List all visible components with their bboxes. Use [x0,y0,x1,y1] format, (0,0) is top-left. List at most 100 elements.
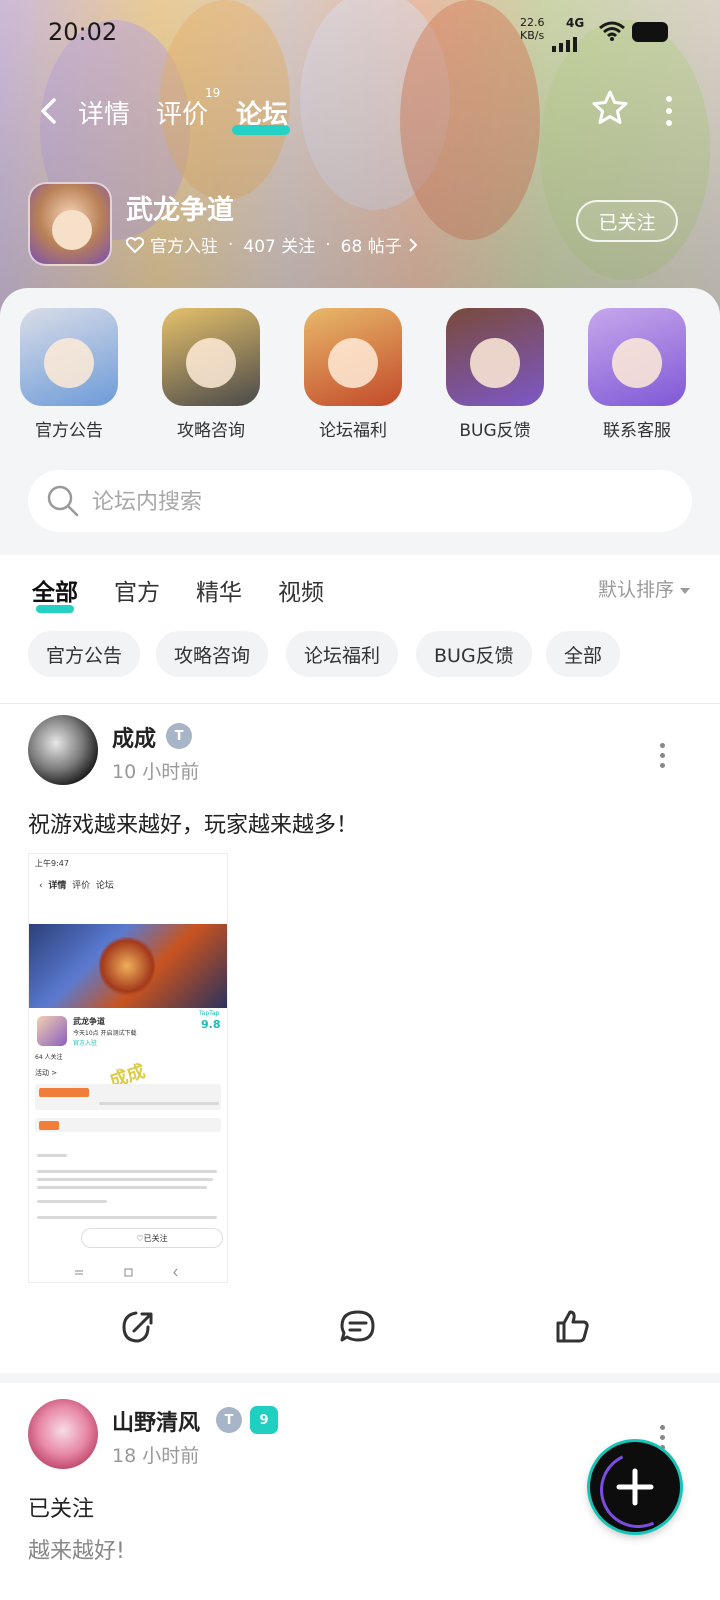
level-badge: 9 [250,1406,278,1434]
follower-count: 407 关注 [243,237,316,257]
sort-label: 默认排序 [598,579,675,601]
shot-activity: 活动 > [35,1069,58,1077]
category-guide[interactable]: 攻略咨询 [156,308,266,441]
post-separator [0,1373,720,1383]
user-badge-icon: T [216,1407,242,1433]
comment-icon[interactable] [338,1307,378,1347]
shot-score-brand: TapTap [199,1010,220,1017]
category-label: 论坛福利 [319,421,387,441]
battery-icon [632,22,668,42]
network-speed: 22.6 KB/s [520,16,545,42]
create-post-button[interactable] [590,1442,680,1532]
official-label: 官方入驻 [150,237,218,257]
tab-forum-label: 论坛 [236,100,289,130]
chip-guide[interactable]: 攻略咨询 [156,631,269,677]
review-count-badge: 19 [205,86,221,100]
share-icon[interactable] [118,1307,158,1347]
status-bar: 20:02 22.6 KB/s 4G [0,14,720,52]
post-subtext: 越来越好! [28,1539,125,1564]
post-time: 10 小时前 [112,761,200,783]
post-more-icon[interactable] [658,743,666,773]
post-text: 已关注 [28,1497,95,1522]
favorite-star-icon[interactable] [590,88,630,128]
game-icon[interactable] [28,182,112,266]
top-nav: 详情 评价 19 论坛 [0,86,720,138]
category-label: 联系客服 [603,421,671,441]
shot-status-time: 上午9:47 [35,859,69,868]
shot-hero-image [29,924,227,1008]
speed-value: 22.6 [520,16,545,29]
avatar[interactable] [28,1399,98,1469]
more-options-icon[interactable] [664,96,674,126]
shot-game-icon [37,1016,67,1046]
category-customer-service[interactable]: 联系客服 [582,308,692,441]
shot-tabs: ‹ 详情 评价 论坛 [39,881,114,891]
category-label: 官方公告 [35,421,103,441]
category-row: 官方公告 攻略咨询 论坛福利 BUG反馈 联系客服 [0,308,720,448]
post-image[interactable]: 上午9:47 ‹ 详情 评价 论坛 武龙争道 今天10点 开启测试下载 官方入驻… [28,853,228,1283]
signal-icon [552,34,577,52]
feed-tab-official[interactable]: 官方 [114,573,160,607]
post-card[interactable]: 成成 T 10 小时前 祝游戏越来越好，玩家越来越多！ 上午9:47 ‹ 详情 … [0,715,720,1365]
feed-tab-video[interactable]: 视频 [278,573,324,607]
post-username[interactable]: 成成 [112,721,156,753]
category-welfare[interactable]: 论坛福利 [298,308,408,441]
chip-bug-report[interactable]: BUG反馈 [416,631,532,677]
post-text: 祝游戏越来越好，玩家越来越多！ [28,813,359,838]
feed-tab-all[interactable]: 全部 [32,573,78,613]
chip-welfare[interactable]: 论坛福利 [286,631,399,677]
avatar[interactable] [28,715,98,785]
post-actions [0,1307,720,1357]
category-icon [162,308,260,406]
caret-down-icon [680,587,691,594]
search-placeholder: 论坛内搜索 [92,490,203,515]
feed-tab-label: 全部 [32,580,78,606]
like-icon[interactable] [552,1307,592,1347]
follow-button[interactable]: 已关注 [576,200,678,242]
post-time: 18 小时前 [112,1445,200,1467]
category-icon [20,308,118,406]
category-label: 攻略咨询 [177,421,245,441]
game-info: 武龙争道 官方入驻 · 407 关注 · 68 帖子 已关注 [28,182,708,268]
category-icon [588,308,686,406]
plus-icon [616,1468,654,1506]
sort-dropdown[interactable]: 默认排序 [598,575,691,602]
search-icon [47,485,79,517]
chevron-right-icon [409,237,418,252]
filter-chips: 官方公告 攻略咨询 论坛福利 BUG反馈 全部 [28,631,708,677]
header-banner: 20:02 22.6 KB/s 4G 详情 评价 19 论坛 武龙争道 官方入驻… [0,0,720,330]
shot-score: 9.8 [201,1018,221,1031]
post-username[interactable]: 山野清风 [112,1405,200,1437]
game-meta[interactable]: 官方入驻 · 407 关注 · 68 帖子 [126,232,418,257]
chip-official-notice[interactable]: 官方公告 [28,631,141,677]
shot-game-name: 武龙争道 [73,1017,105,1026]
shot-game-sub: 今天10点 开启测试下载 [73,1030,137,1037]
tab-details[interactable]: 详情 [78,94,130,131]
category-bug-report[interactable]: BUG反馈 [440,308,550,441]
feed-area: 全部 官方 精华 视频 默认排序 官方公告 攻略咨询 论坛福利 BUG反馈 全部… [0,555,720,1600]
shot-follows: 64 人关注 [35,1054,63,1061]
wifi-icon [599,21,625,41]
post-count: 68 帖子 [340,237,402,257]
chip-all[interactable]: 全部 [546,631,621,677]
back-icon[interactable] [34,96,64,126]
network-type: 4G [566,16,585,30]
category-official-notice[interactable]: 官方公告 [14,308,124,441]
tab-forum[interactable]: 论坛 [232,94,291,135]
feed-tabs: 全部 官方 精华 视频 默认排序 [0,565,720,615]
category-label: BUG反馈 [459,421,531,441]
feed-tab-featured[interactable]: 精华 [196,573,242,607]
speed-unit: KB/s [520,29,545,42]
shot-follow-button: ♡ 已关注 [81,1228,223,1248]
category-icon [446,308,544,406]
user-badge-icon: T [166,723,192,749]
category-icon [304,308,402,406]
divider [0,703,720,704]
shot-nav-bar [75,1268,178,1277]
shot-official: 官方入驻 [73,1040,98,1047]
active-tab-indicator [36,605,74,613]
tab-reviews[interactable]: 评价 [156,94,208,131]
game-title: 武龙争道 [126,195,234,226]
forum-search-bar[interactable]: 论坛内搜索 [28,470,692,532]
official-heart-icon [126,236,144,253]
